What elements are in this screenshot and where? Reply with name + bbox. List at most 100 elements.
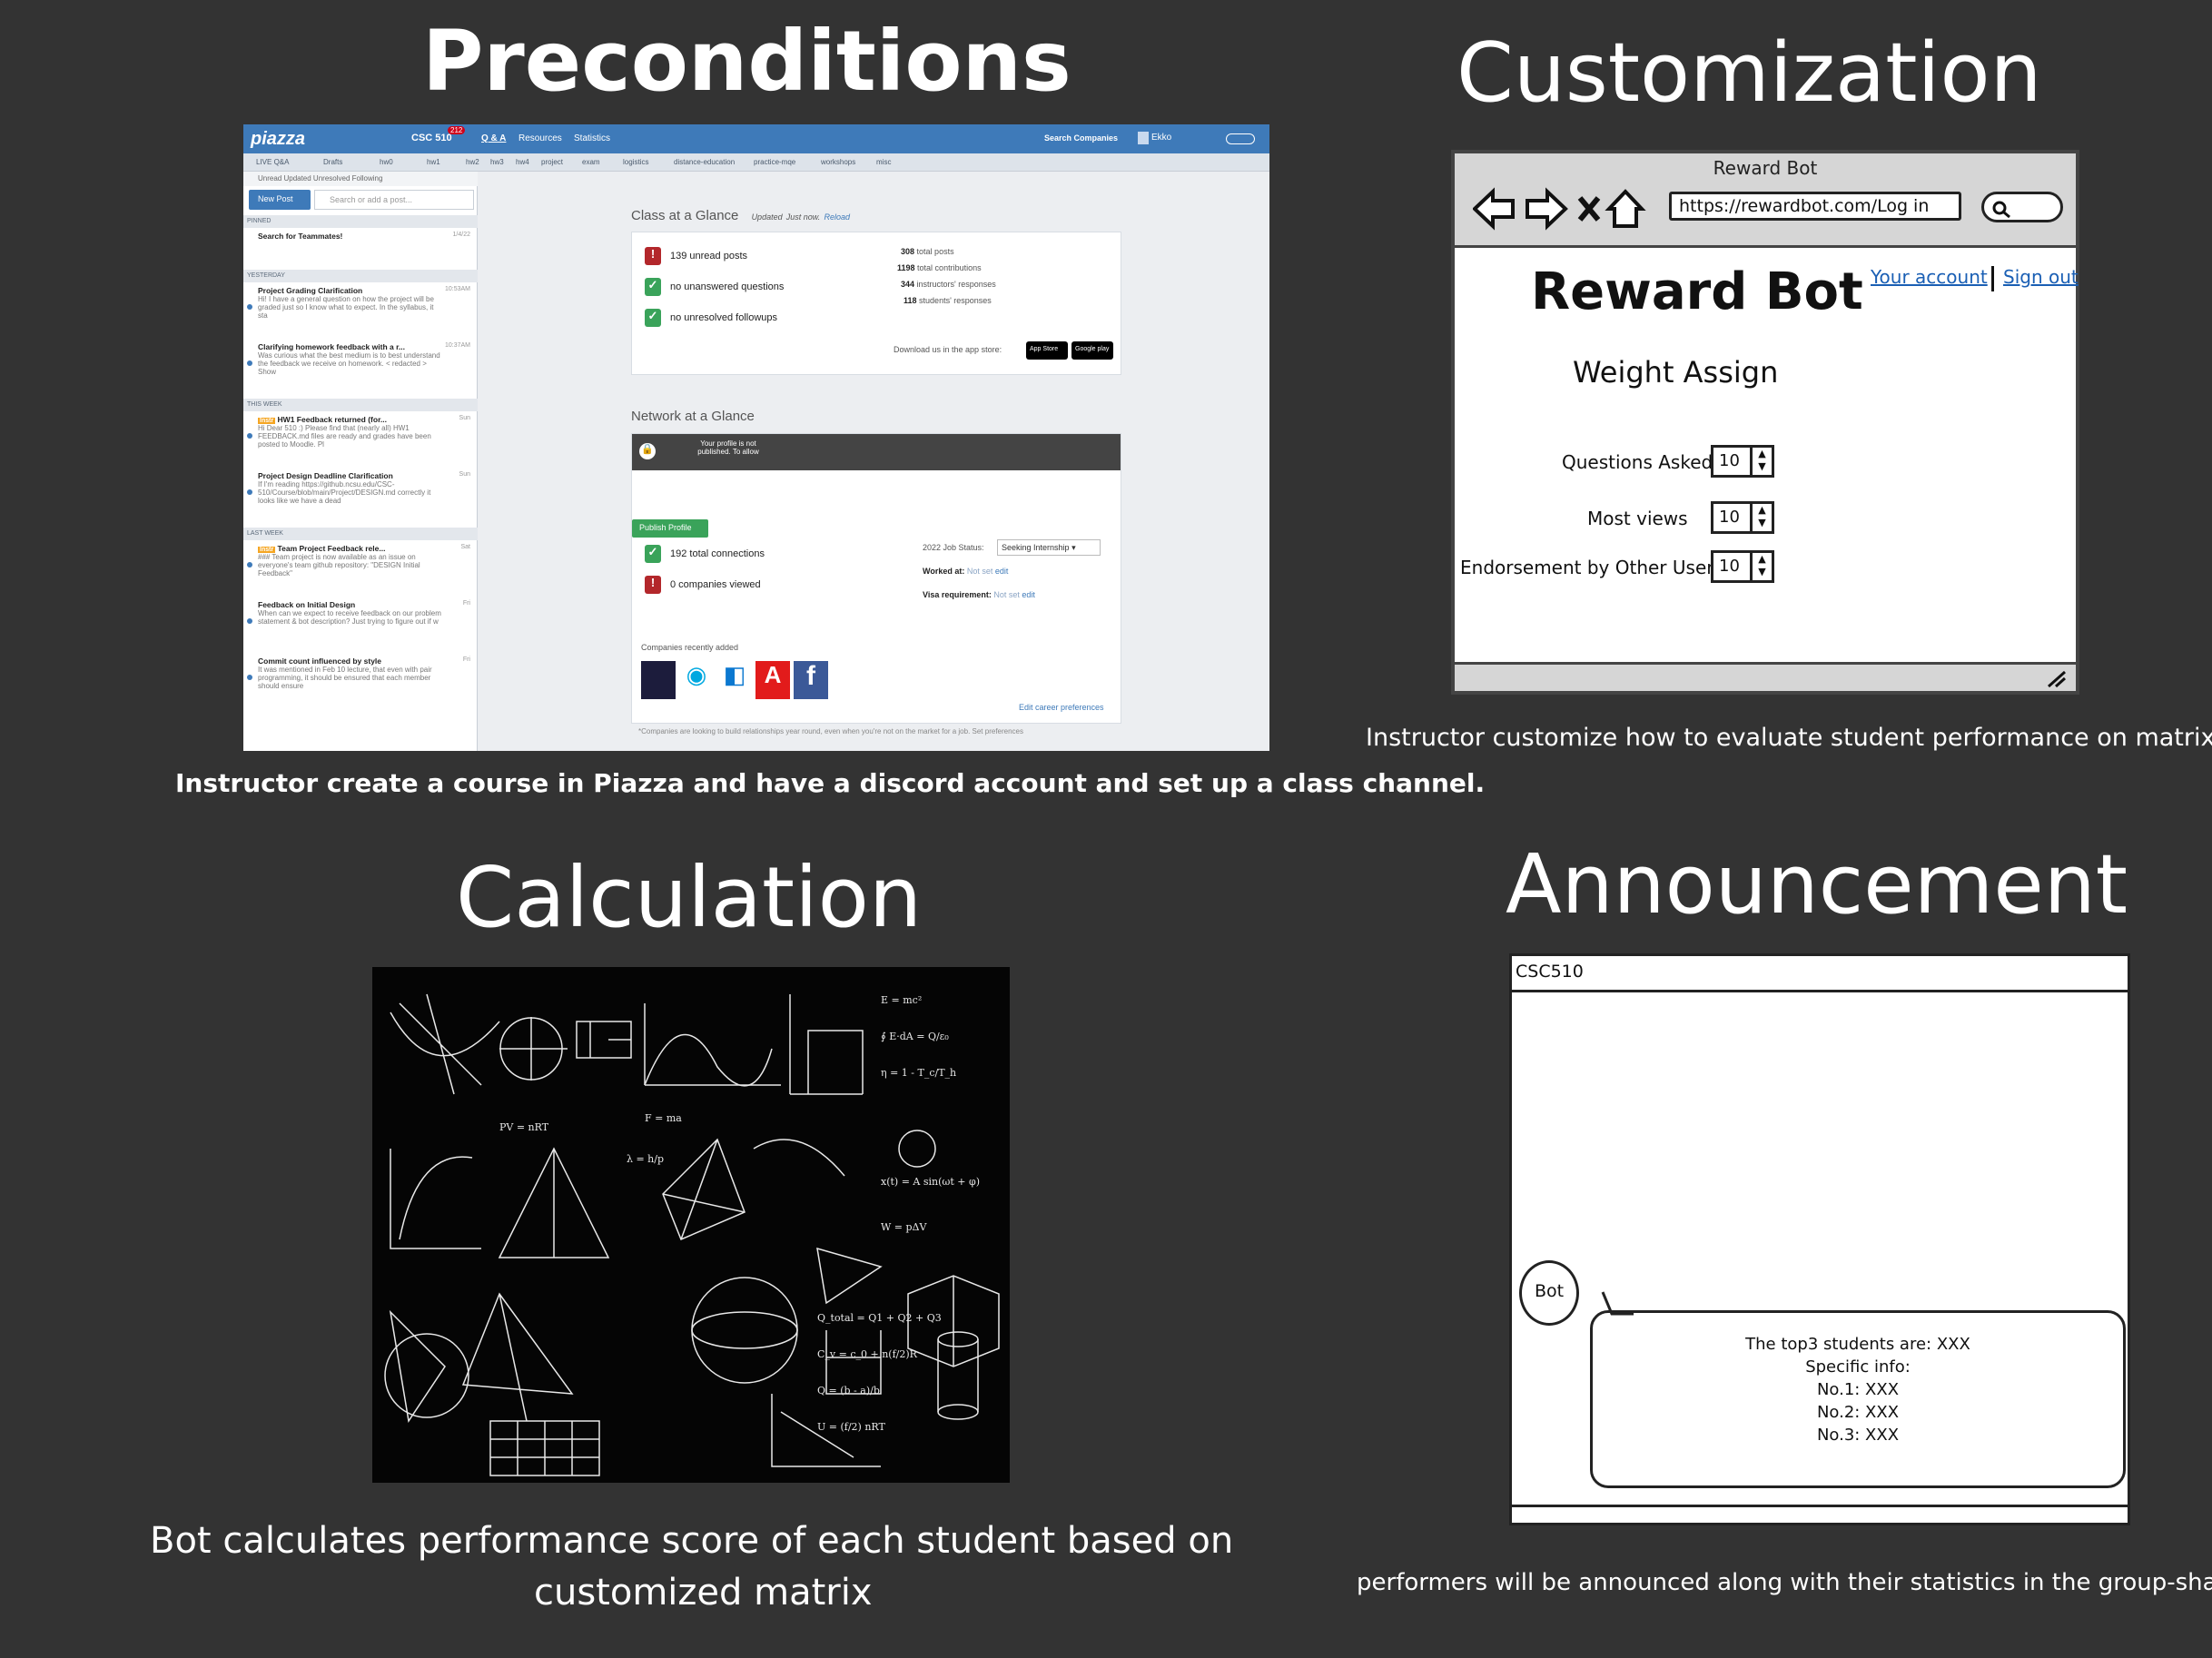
nav-resources[interactable]: Resources	[518, 133, 562, 143]
folder-logistics[interactable]: logistics	[623, 158, 648, 166]
formula: E = mc²	[881, 994, 922, 1006]
nav-statistics[interactable]: Statistics	[574, 133, 610, 143]
unread-dot	[247, 489, 252, 495]
channel-header: CSC510	[1512, 956, 2128, 992]
folder-hw1[interactable]: hw1	[427, 158, 440, 166]
search-companies-link[interactable]: Search Companies	[1044, 133, 1118, 143]
url-bar[interactable]: https://rewardbot.com/Log in	[1669, 192, 1961, 221]
post-title: HW1 Feedback returned (for...	[277, 415, 387, 424]
new-post-button[interactable]: New Post	[249, 190, 311, 210]
folder-workshops[interactable]: workshops	[821, 158, 855, 166]
updated-label: Updated	[751, 212, 783, 222]
sign-out-link[interactable]: Sign out	[2003, 266, 2079, 288]
post-item[interactable]: Feedback on Initial Design When can we e…	[243, 600, 470, 655]
section-this-week[interactable]: THIS WEEK	[243, 399, 478, 411]
post-item[interactable]: Project Design Deadline Clarification If…	[243, 471, 470, 526]
job-status-select[interactable]: Seeking Internship ▾	[997, 539, 1101, 556]
user-name[interactable]: Ekko	[1151, 133, 1171, 143]
resize-grip-icon[interactable]	[2045, 668, 2069, 688]
unread-dot	[247, 562, 252, 567]
post-date: Sun	[459, 471, 470, 478]
close-icon[interactable]	[1577, 196, 1601, 222]
announcement-title: Announcement	[1506, 837, 2128, 933]
post-item[interactable]: Clarifying homework feedback with a r...…	[243, 342, 470, 397]
folder-project[interactable]: project	[541, 158, 563, 166]
preconditions-title: Preconditions	[422, 13, 1071, 110]
unread-posts[interactable]: 139 unread posts	[670, 251, 747, 262]
message-line: No.3: XXX	[1816, 1426, 1900, 1445]
google-play-badge[interactable]: Google play	[1071, 341, 1113, 360]
post-title: Search for Teammates!	[258, 232, 343, 241]
company-logo-box[interactable]: ◧	[717, 661, 752, 699]
post-search-input[interactable]: Search or add a post...	[314, 190, 474, 210]
nav-qa[interactable]: Q & A	[481, 133, 506, 143]
unanswered-questions[interactable]: no unanswered questions	[670, 281, 784, 292]
stepper-arrows-icon[interactable]: ▲ ▼	[1750, 448, 1772, 475]
folder-hw3[interactable]: hw3	[490, 158, 504, 166]
post-date: 10:37AM	[444, 342, 470, 349]
search-icon	[1992, 201, 2010, 218]
post-title: Project Grading Clarification	[258, 286, 363, 295]
post-item[interactable]: Search for Teammates! 1/4/22	[243, 232, 478, 268]
endorsement-label: Endorsement by Other Users	[1460, 557, 1723, 578]
settings-toggle[interactable]	[1226, 133, 1255, 144]
folder-hw4[interactable]: hw4	[516, 158, 529, 166]
visa-requirement: Visa requirement: Not set edit	[923, 590, 1035, 599]
stepper-arrows-icon[interactable]: ▲ ▼	[1750, 553, 1772, 580]
folder-misc[interactable]: misc	[876, 158, 891, 166]
folder-exam[interactable]: exam	[582, 158, 600, 166]
message-line: Specific info:	[1805, 1357, 1911, 1377]
post-snippet: When can we expect to receive feedback o…	[258, 609, 441, 626]
total-connections[interactable]: 192 total connections	[670, 548, 765, 559]
post-title: Feedback on Initial Design	[258, 600, 356, 609]
back-arrow-icon[interactable]	[1473, 187, 1515, 231]
folder-hw0[interactable]: hw0	[380, 158, 393, 166]
companies-recent-label: Companies recently added	[641, 643, 739, 652]
folder-live-qa[interactable]: LIVE Q&A	[256, 158, 289, 166]
folder-practice-mqe[interactable]: practice-mqe	[754, 158, 795, 166]
alert-icon: !	[645, 247, 661, 265]
company-logo-adobe[interactable]: A	[755, 661, 790, 699]
folder-hw2[interactable]: hw2	[466, 158, 479, 166]
forward-arrow-icon[interactable]	[1526, 187, 1568, 231]
stepper-arrows-icon[interactable]: ▲ ▼	[1750, 504, 1772, 531]
section-yesterday[interactable]: YESTERDAY	[243, 270, 478, 282]
endorsement-stepper[interactable]: 10 ▲ ▼	[1711, 550, 1774, 583]
course-selector[interactable]: CSC 510	[411, 133, 452, 143]
formula: η = 1 - T_c/T_h	[881, 1067, 956, 1079]
app-heading: Reward Bot	[1531, 262, 1863, 321]
alert-icon: !	[645, 576, 661, 594]
formula: x(t) = A sin(ωt + φ)	[881, 1176, 980, 1188]
folder-distance-education[interactable]: distance-education	[674, 158, 735, 166]
company-logo-att[interactable]: ◉	[679, 661, 714, 699]
unread-dot	[247, 360, 252, 366]
post-item[interactable]: Instr HW1 Feedback returned (for... Hi D…	[243, 415, 470, 469]
companies-viewed[interactable]: 0 companies viewed	[670, 579, 761, 590]
post-item[interactable]: Commit count influenced by style It was …	[243, 656, 470, 711]
feed-filters[interactable]: Unread Updated Unresolved Following	[243, 172, 478, 186]
home-icon[interactable]	[1605, 189, 1646, 228]
edit-worked-at-link[interactable]: edit	[995, 567, 1009, 576]
customization-title: Customization	[1457, 25, 2042, 121]
publish-profile-button[interactable]: Publish Profile	[632, 519, 708, 538]
browser-search-field[interactable]	[1981, 192, 2063, 222]
company-logo-facebook[interactable]: f	[794, 661, 828, 699]
stat-total-posts: 308 total posts	[901, 247, 954, 256]
reload-link[interactable]: Reload	[824, 212, 850, 222]
edit-career-preferences-link[interactable]: Edit career preferences	[1019, 703, 1104, 712]
folder-drafts[interactable]: Drafts	[323, 158, 342, 166]
your-account-link[interactable]: Your account	[1871, 266, 1988, 288]
check-icon: ✓	[645, 278, 661, 296]
questions-asked-stepper[interactable]: 10 ▲ ▼	[1711, 445, 1774, 478]
post-item[interactable]: Project Grading Clarification Hi! I have…	[243, 286, 470, 340]
section-last-week[interactable]: LAST WEEK	[243, 528, 478, 540]
post-item[interactable]: Instr Team Project Feedback rele... ### …	[243, 544, 470, 598]
section-pinned[interactable]: PINNED	[243, 215, 478, 228]
unresolved-followups[interactable]: no unresolved followups	[670, 312, 777, 323]
edit-visa-link[interactable]: edit	[1022, 590, 1035, 599]
company-logo-chip[interactable]	[641, 661, 676, 699]
channel-footer-divider	[1512, 1505, 2128, 1507]
app-store-badge[interactable]: App Store	[1026, 341, 1068, 360]
user-avatar[interactable]	[1138, 132, 1149, 144]
most-views-stepper[interactable]: 10 ▲ ▼	[1711, 501, 1774, 534]
